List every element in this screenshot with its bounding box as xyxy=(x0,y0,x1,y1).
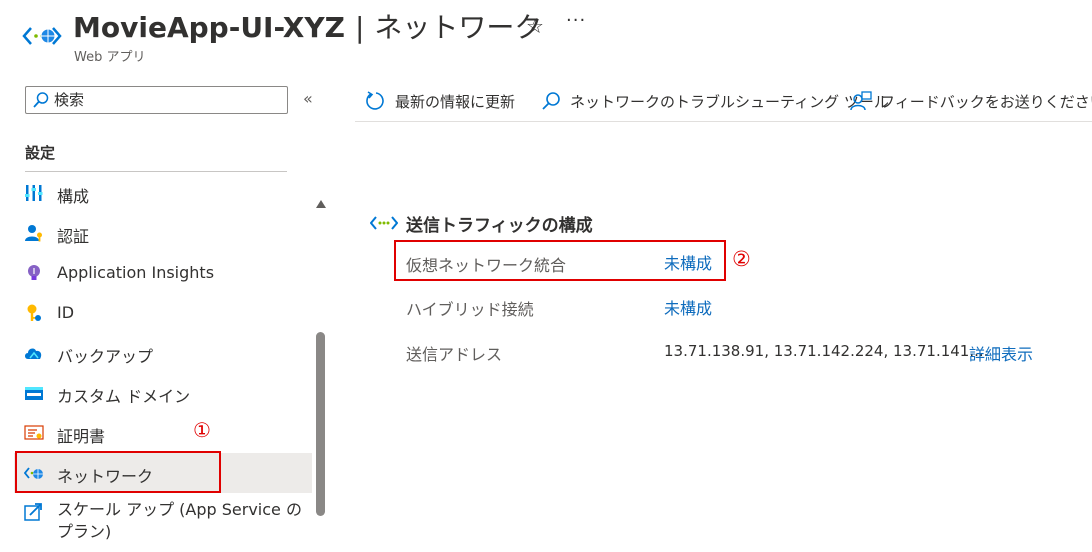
page-title: MovieApp-UI-XYZ | ネットワーク xyxy=(73,6,542,46)
certificate-icon xyxy=(24,425,44,440)
search-input[interactable] xyxy=(54,89,279,111)
troubleshoot-button[interactable]: ネットワークのトラブルシューティング ツール xyxy=(540,88,889,114)
sidebar-item-identity[interactable]: ID xyxy=(14,293,312,333)
feedback-button[interactable]: フィードバックをお送りください xyxy=(850,88,1092,114)
command-bar: 最新の情報に更新 ネットワークのトラブルシューティング ツール フィードバックを… xyxy=(355,80,1092,120)
annotation-marker-1: ① xyxy=(193,418,211,442)
outbound-addresses-label: 送信アドレス xyxy=(406,345,503,364)
sidebar-item-label: カスタム ドメイン xyxy=(57,387,191,406)
sidebar-scrollbar-thumb[interactable] xyxy=(316,332,325,516)
highlight-box-vnet-integration xyxy=(394,240,726,281)
sidebar-item-label: バックアップ xyxy=(57,347,154,366)
refresh-button[interactable]: 最新の情報に更新 xyxy=(365,88,535,114)
sidebar-item-label: 認証 xyxy=(57,227,90,246)
section-title: 送信トラフィックの構成 xyxy=(406,216,593,236)
title-separator: | xyxy=(354,11,365,44)
toolbar-divider xyxy=(355,121,1092,122)
sidebar-search[interactable] xyxy=(25,86,288,114)
favorite-star-icon[interactable]: ☆ xyxy=(526,14,544,38)
sidebar-item-configuration[interactable]: 構成 xyxy=(14,173,312,213)
sliders-icon xyxy=(25,185,43,201)
sidebar-item-authentication[interactable]: 認証 xyxy=(14,213,312,253)
page-header: MovieApp-UI-XYZ | ネットワーク ☆ ··· Web アプリ xyxy=(0,0,1092,70)
outbound-addresses-value: 13.71.138.91, 13.71.142.224, 13.71.141..… xyxy=(664,342,989,360)
resource-type-label: Web アプリ xyxy=(74,50,146,65)
user-key-icon xyxy=(25,225,42,242)
collapse-sidebar-icon[interactable]: « xyxy=(303,89,313,108)
sidebar-item-label: 証明書 xyxy=(57,427,106,446)
app-service-network-icon xyxy=(22,27,62,45)
show-details-link[interactable]: 詳細表示 xyxy=(969,341,1033,365)
resource-name: MovieApp-UI-XYZ xyxy=(73,11,345,44)
sidebar-item-custom-domain[interactable]: カスタム ドメイン xyxy=(14,373,312,413)
more-options-icon[interactable]: ··· xyxy=(566,10,586,31)
search-icon xyxy=(542,92,560,110)
lightbulb-icon xyxy=(28,265,40,280)
troubleshoot-label: ネットワークのトラブルシューティング ツール xyxy=(570,93,889,111)
feedback-icon xyxy=(850,91,872,111)
www-domain-icon xyxy=(25,387,43,400)
hybrid-connections-label: ハイブリッド接続 xyxy=(406,300,534,319)
sidebar-item-application-insights[interactable]: Application Insights xyxy=(14,253,312,293)
sidebar-item-certificates[interactable]: 証明書 xyxy=(14,413,312,453)
section-divider xyxy=(25,171,287,172)
identity-key-icon xyxy=(27,304,41,321)
settings-section-title: 設定 xyxy=(25,144,56,162)
hybrid-connections-link[interactable]: 未構成 xyxy=(664,295,712,319)
sidebar-item-label: ID xyxy=(57,303,75,322)
scroll-up-arrow[interactable] xyxy=(316,200,326,208)
highlight-box-networking xyxy=(15,451,221,493)
refresh-icon xyxy=(366,91,384,110)
scale-up-icon xyxy=(24,503,42,521)
sidebar-item-backup[interactable]: バックアップ xyxy=(14,333,312,373)
sidebar-item-label: 構成 xyxy=(57,187,90,206)
sidebar-item-label: スケール アップ (App Service のプラン) xyxy=(57,500,302,541)
feedback-label: フィードバックをお送りください xyxy=(880,93,1092,111)
sidebar-item-label: Application Insights xyxy=(57,263,215,282)
cloud-backup-icon xyxy=(25,348,42,359)
refresh-label: 最新の情報に更新 xyxy=(395,93,516,111)
network-icon xyxy=(370,216,398,230)
annotation-marker-2: ② xyxy=(732,247,751,271)
page-name: ネットワーク xyxy=(374,11,543,44)
search-icon xyxy=(33,92,49,108)
sidebar-item-scale-up[interactable]: スケール アップ (App Service のプラン) xyxy=(14,498,312,544)
